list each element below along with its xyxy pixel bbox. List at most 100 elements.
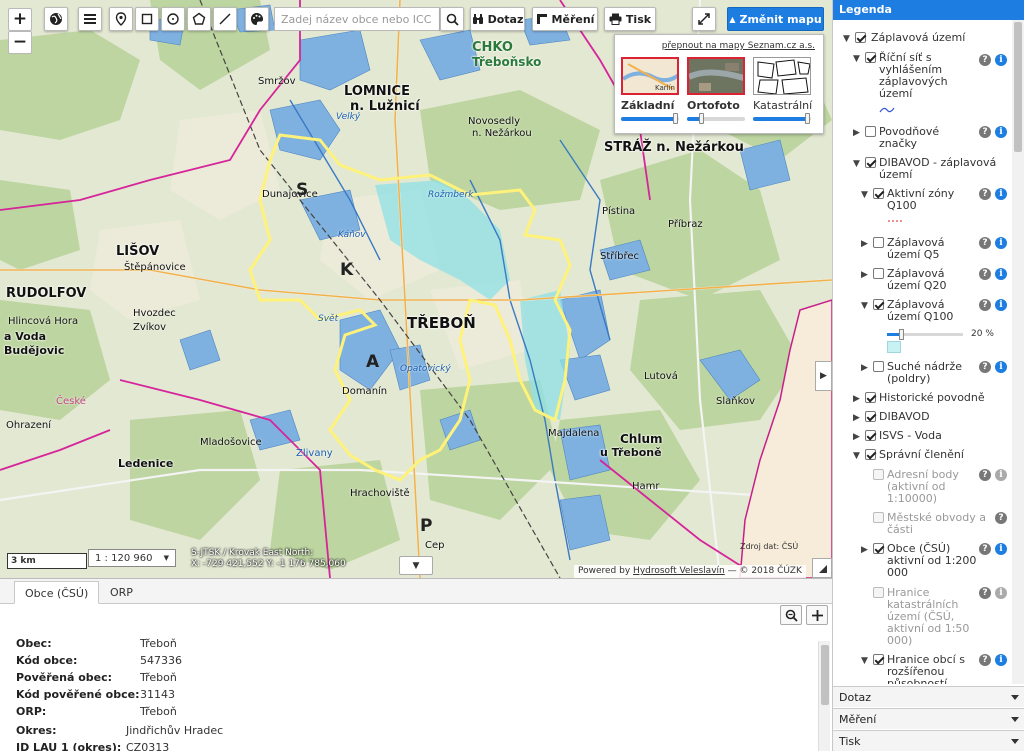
menu-button[interactable] (78, 7, 102, 31)
opacity-slider[interactable] (687, 113, 745, 124)
help-icon[interactable]: ? (979, 543, 991, 555)
info-icon[interactable]: i (995, 469, 1007, 481)
info-icon[interactable]: i (995, 361, 1007, 373)
toggle-sidebar-button[interactable]: ▶ (815, 361, 832, 391)
pan-to-feature-button[interactable] (806, 605, 828, 625)
layer-checkbox[interactable] (865, 449, 876, 460)
accordion-measure[interactable]: Měření (833, 708, 1024, 729)
layer-checkbox[interactable] (865, 52, 876, 63)
layer-checkbox[interactable] (855, 32, 866, 43)
caret-right-icon: ▶ (853, 413, 860, 423)
help-icon[interactable]: ? (979, 268, 991, 280)
q100-swatch (887, 341, 901, 353)
info-icon[interactable]: i (995, 299, 1007, 311)
search-input[interactable] (274, 7, 440, 31)
opacity-slider[interactable] (621, 113, 679, 124)
layer-checkbox[interactable] (865, 411, 876, 422)
info-icon[interactable]: i (995, 268, 1007, 280)
map-type-basic[interactable]: Karlín Základní (621, 57, 681, 135)
layer-checkbox[interactable] (873, 361, 884, 372)
help-icon[interactable]: ? (995, 512, 1007, 524)
layer-checkbox[interactable] (873, 188, 884, 199)
help-icon[interactable]: ? (979, 469, 991, 481)
info-icon[interactable]: i (995, 543, 1007, 555)
info-scrollbar[interactable] (818, 641, 830, 751)
info-icon[interactable]: i (995, 654, 1007, 666)
map-canvas[interactable]: CHKO Třeboňsko LOMNICE n. Lužnicí Smržov… (0, 0, 832, 578)
layer-checkbox[interactable] (865, 430, 876, 441)
layer-checkbox[interactable] (873, 587, 884, 598)
palette-button[interactable] (245, 7, 269, 31)
print-button[interactable]: Tisk (604, 7, 656, 31)
query-button[interactable]: Dotaz (470, 7, 525, 31)
accordion-print[interactable]: Tisk (833, 730, 1024, 751)
move-icon (811, 609, 823, 621)
layer-checkbox[interactable] (873, 299, 884, 310)
search-button[interactable] (440, 7, 464, 31)
scroll-thumb[interactable] (1014, 22, 1022, 152)
help-icon[interactable]: ? (979, 237, 991, 249)
ortho-map-thumbnail[interactable] (687, 57, 745, 95)
layer-checkbox[interactable] (873, 469, 884, 480)
resize-handle[interactable] (812, 558, 832, 578)
globe-button[interactable] (44, 7, 68, 31)
zoom-in-button[interactable]: + (8, 8, 32, 31)
info-tabs: Obce (ČSÚ) ORP (0, 579, 832, 604)
layer-checkbox[interactable] (873, 512, 884, 523)
chevron-down-icon (1011, 695, 1019, 700)
info-icon[interactable]: i (995, 188, 1007, 200)
legend-scrollbar[interactable] (1012, 20, 1024, 684)
tab-orp[interactable]: ORP (100, 581, 143, 604)
help-icon[interactable]: ? (979, 299, 991, 311)
scale-select[interactable]: 1 : 120 960 ▼ (88, 549, 176, 567)
seznam-maps-link[interactable]: přepnout na mapy Seznam.cz a.s. (662, 41, 815, 51)
layer-checkbox[interactable] (873, 237, 884, 248)
chevron-down-icon (1011, 739, 1019, 744)
q100-opacity-slider[interactable] (887, 329, 963, 340)
map-type-cadastral[interactable]: Katastrální (753, 57, 813, 135)
help-icon[interactable]: ? (979, 361, 991, 373)
draw-polygon-button[interactable] (187, 7, 211, 31)
basic-map-thumbnail[interactable]: Karlín (621, 57, 679, 95)
hydrosoft-link[interactable]: Hydrosoft Veleslavín (633, 566, 725, 576)
attr-value: 547336 (140, 654, 182, 667)
attribution: Powered by Hydrosoft Veleslavín — © 2018… (574, 565, 806, 578)
help-icon[interactable]: ? (979, 126, 991, 138)
layer-checkbox[interactable] (873, 268, 884, 279)
info-icon[interactable]: i (995, 54, 1007, 66)
info-panel: Obce (ČSÚ) ORP Obec: Třeboň Kód obce: 5473… (0, 578, 832, 751)
collapse-bottom-panel-button[interactable]: ▼ (399, 556, 433, 575)
help-icon[interactable]: ? (979, 188, 991, 200)
zoom-out-button[interactable]: − (8, 31, 32, 54)
draw-circle-button[interactable] (161, 7, 185, 31)
map-type-ortho[interactable]: Ortofoto (687, 57, 747, 135)
layer-checkbox[interactable] (865, 126, 876, 137)
info-icon[interactable]: i (995, 237, 1007, 249)
change-map-button[interactable]: ▲ Změnit mapu (727, 7, 824, 31)
layer-label: Povodňové značky (879, 125, 940, 150)
draw-point-button[interactable] (109, 7, 133, 31)
fullscreen-button[interactable] (692, 7, 716, 31)
cadastral-map-thumbnail[interactable] (753, 57, 811, 95)
layer-checkbox[interactable] (865, 392, 876, 403)
caret-down-icon: ▼ (412, 560, 420, 571)
help-icon[interactable]: ? (979, 54, 991, 66)
layer-checkbox[interactable] (865, 157, 876, 168)
draw-rectangle-button[interactable] (135, 7, 159, 31)
map-label: Káňov (338, 230, 366, 240)
info-icon[interactable]: i (995, 126, 1007, 138)
tab-obce[interactable]: Obce (ČSÚ) (14, 581, 100, 604)
layer-checkbox[interactable] (873, 654, 884, 665)
zoom-to-feature-button[interactable] (780, 605, 802, 625)
slider-knob[interactable] (899, 329, 904, 340)
info-icon[interactable]: i (995, 587, 1007, 599)
help-icon[interactable]: ? (979, 654, 991, 666)
opacity-slider[interactable] (753, 113, 811, 124)
draw-line-button[interactable] (213, 7, 237, 31)
layer-checkbox[interactable] (873, 543, 884, 554)
accordion-query[interactable]: Dotaz (833, 686, 1024, 707)
layer-label: Hranice obcí s rozšířenou působností (887, 653, 965, 685)
measure-button[interactable]: Měření (532, 7, 598, 31)
scroll-thumb[interactable] (821, 645, 829, 705)
help-icon[interactable]: ? (979, 587, 991, 599)
